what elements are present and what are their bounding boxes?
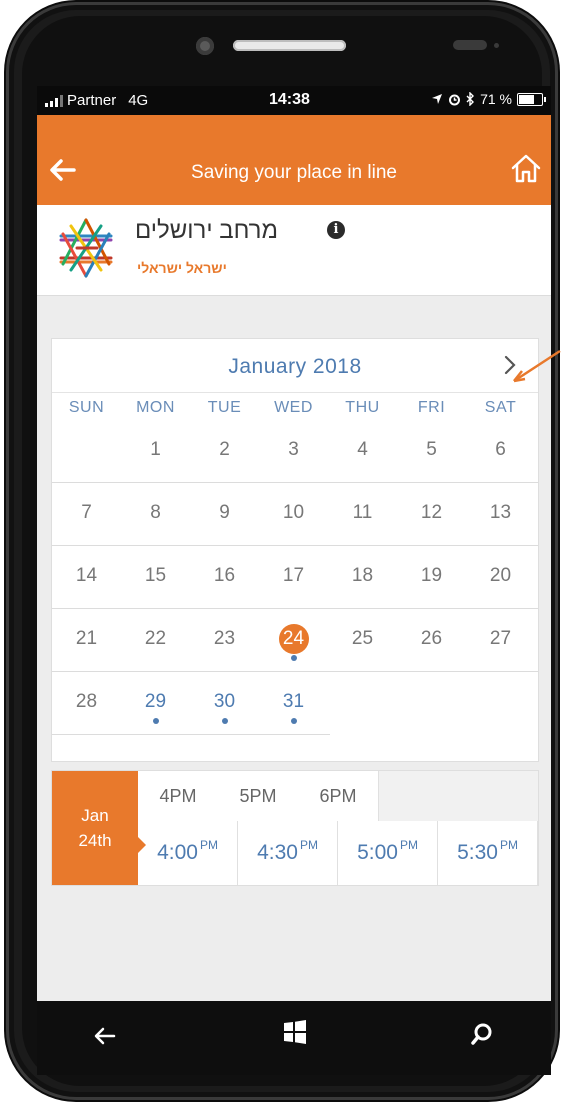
- calendar-day: 8: [150, 502, 161, 523]
- status-left: Partner 4G: [45, 92, 148, 109]
- availability-dot: [290, 718, 297, 724]
- calendar-day: 21: [75, 628, 98, 649]
- selected-date-month: Jan: [81, 806, 109, 825]
- calendar-day: 3: [288, 439, 299, 460]
- calendar-day[interactable]: 24: [259, 624, 328, 654]
- venue-card: מרחב ירושלים i ישראל ישראלי: [37, 205, 551, 296]
- status-time: 14:38: [269, 91, 310, 108]
- weekday-fri: FRI: [417, 399, 446, 416]
- signal-icon: [45, 94, 63, 107]
- calendar-day: 14: [75, 565, 98, 586]
- calendar-day: 16: [213, 565, 236, 586]
- calendar-day: 1: [150, 439, 161, 460]
- calendar-day: 17: [282, 565, 305, 586]
- weekday-sat: SAT: [484, 399, 517, 416]
- search-icon[interactable]: [469, 1021, 495, 1047]
- calendar-day: 28: [75, 691, 98, 712]
- page-title: Saving your place in line: [191, 162, 397, 183]
- calendar-day: 9: [219, 502, 230, 523]
- status-bar: Partner 4G 14:38 71 %: [37, 86, 551, 115]
- calendar-header: January 2018: [52, 339, 538, 393]
- android-back-icon[interactable]: [92, 1023, 118, 1049]
- calendar-day: 18: [351, 565, 374, 586]
- calendar-week-row: 28 29 30 31: [52, 671, 330, 735]
- network-type: 4G: [128, 92, 149, 109]
- calendar-day: 6: [495, 439, 506, 460]
- calendar-week-row: 1 2 3 4 5 6: [52, 419, 538, 483]
- calendar-day: 10: [282, 502, 305, 523]
- time-slot-button[interactable]: 5:30 PM: [438, 821, 538, 885]
- calendar-day[interactable]: 29: [121, 691, 190, 713]
- calendar: January 2018 SUN MON TUE WED THU FRI SAT 12345…: [51, 338, 539, 762]
- time-slot-button[interactable]: 4:00 PM: [138, 821, 238, 885]
- calendar-week-row: 7 8 9 10 11 12 13: [52, 482, 538, 546]
- calendar-day: 12: [420, 502, 443, 523]
- calendar-day[interactable]: 30: [190, 691, 259, 713]
- status-right: 71 %: [431, 91, 546, 107]
- calendar-day: 2: [219, 439, 230, 460]
- calendar-day: 20: [489, 565, 512, 586]
- location-arrow-icon: [432, 94, 443, 104]
- venue-logo: [59, 218, 113, 278]
- availability-dot: [221, 718, 228, 724]
- light-sensor: [494, 43, 499, 48]
- battery-icon: [517, 92, 546, 106]
- calendar-day[interactable]: 31: [259, 691, 328, 713]
- calendar-day: 26: [420, 628, 443, 649]
- calendar-day: 5: [426, 439, 437, 460]
- calendar-day: 4: [357, 439, 368, 460]
- calendar-day: 19: [420, 565, 443, 586]
- info-icon[interactable]: i: [327, 221, 345, 239]
- availability-dot: [152, 718, 159, 724]
- windows-logo-icon[interactable]: [282, 1019, 308, 1045]
- weekday-mon: MON: [136, 399, 175, 416]
- weekday-tue: TUE: [207, 399, 242, 416]
- app-screen: Partner 4G 14:38 71 % Saving your place …: [37, 86, 551, 1001]
- calendar-day: 23: [213, 628, 236, 649]
- calendar-day: 22: [144, 628, 167, 649]
- weekday-sun: SUN: [68, 399, 105, 416]
- venue-subtitle: ישראל ישראלי: [137, 260, 227, 276]
- hour-tab[interactable]: 6PM: [298, 771, 379, 822]
- carrier-name: Partner: [67, 92, 117, 109]
- app-header: Saving your place in line: [37, 115, 551, 205]
- time-slot-button[interactable]: 5:00 PM: [338, 821, 438, 885]
- proximity-sensor: [453, 40, 487, 50]
- selected-date-day: 24th: [78, 831, 112, 850]
- house-icon[interactable]: [509, 152, 543, 186]
- hour-tab[interactable]: 5PM: [218, 771, 299, 822]
- front-camera: [196, 37, 214, 55]
- battery-percent: 71 %: [480, 91, 512, 107]
- alarm-icon: [449, 94, 461, 105]
- calendar-week-row: 14 15 16 17 18 19 20: [52, 545, 538, 609]
- calendar-day: 27: [489, 628, 512, 649]
- weekday-wed: WED: [274, 399, 313, 416]
- earpiece-speaker: [233, 40, 346, 51]
- calendar-day: 13: [489, 502, 512, 523]
- availability-dot: [290, 655, 297, 661]
- calendar-day: 11: [352, 502, 373, 523]
- calendar-day: 7: [81, 502, 92, 523]
- calendar-day: 25: [351, 628, 374, 649]
- hour-tab[interactable]: 4PM: [138, 771, 219, 822]
- calendar-day: 15: [144, 565, 167, 586]
- timeslot-panel: 4PM 5PM 6PM 4:00 PM 4:30 PM 5:00 PM 5:30 PM Jan 2…: [51, 770, 539, 886]
- bluetooth-icon: [466, 92, 475, 106]
- callout-arrow: [513, 349, 561, 383]
- weekday-thu: THU: [345, 399, 380, 416]
- venue-name: מרחב ירושלים: [135, 217, 278, 244]
- date-pointer: [138, 837, 146, 853]
- time-slot-button[interactable]: 4:30 PM: [238, 821, 338, 885]
- calendar-month-title: January 2018: [228, 355, 362, 378]
- system-nav-bar: [37, 1001, 551, 1075]
- selected-date-block: Jan 24th: [52, 771, 138, 885]
- calendar-week-row: 21 22 23 24 25 26 27: [52, 608, 538, 672]
